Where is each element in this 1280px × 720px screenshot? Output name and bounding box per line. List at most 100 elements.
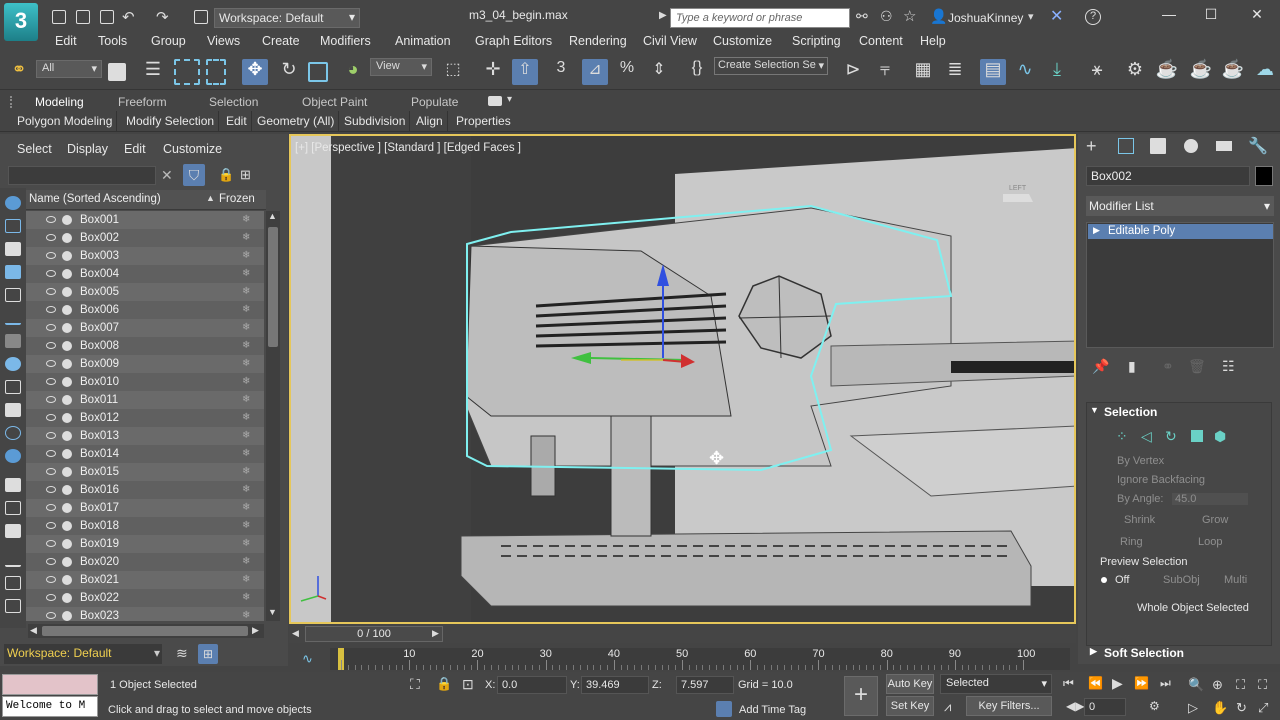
next-frame-icon[interactable]: ⏩ <box>1134 676 1149 690</box>
display-none-icon[interactable] <box>5 501 21 515</box>
time-tag-icon[interactable] <box>716 701 732 717</box>
panel-geometry[interactable]: Geometry (All) <box>253 111 340 131</box>
menu-civil-view[interactable]: Civil View <box>643 34 697 49</box>
list-item[interactable]: Box003 ❄ <box>26 247 264 265</box>
loop-button[interactable]: Loop <box>1198 536 1222 548</box>
stack-item-editable-poly[interactable]: Editable Poly <box>1088 224 1273 239</box>
rotate-icon[interactable]: ↻ <box>276 59 302 85</box>
visibility-eye-icon[interactable] <box>46 324 56 331</box>
freeze-toggle-icon[interactable]: ❄ <box>242 355 250 373</box>
freeze-toggle-icon[interactable]: ❄ <box>242 427 250 445</box>
freeze-toggle-icon[interactable]: ❄ <box>242 211 250 229</box>
play-icon[interactable]: ▶ <box>1112 675 1123 692</box>
configure-modifier-sets-icon[interactable]: ☷ <box>1222 358 1235 375</box>
explorer-workspace-dropdown[interactable]: Workspace: Default ▾ <box>4 644 162 664</box>
soft-selection-rollout-title[interactable]: Soft Selection <box>1104 646 1184 660</box>
freeze-toggle-icon[interactable]: ❄ <box>242 301 250 319</box>
list-item[interactable]: Box002 ❄ <box>26 229 264 247</box>
panel-polygon-modeling[interactable]: Polygon Modeling <box>13 111 118 131</box>
tab-populate[interactable]: Populate <box>411 95 458 109</box>
percent-snap-icon[interactable]: % <box>614 59 640 85</box>
link-icon[interactable]: ⚭ <box>6 59 32 85</box>
visibility-eye-icon[interactable] <box>46 450 56 457</box>
display-lights-icon[interactable] <box>5 242 21 256</box>
filter-icon[interactable]: ⛉ <box>183 164 205 186</box>
display-containers-icon[interactable] <box>5 403 21 417</box>
scale-icon[interactable] <box>308 62 328 82</box>
explorer-menu-customize[interactable]: Customize <box>163 142 222 156</box>
new-file-icon[interactable] <box>52 10 66 24</box>
column-name[interactable]: Name (Sorted Ascending) <box>29 193 161 205</box>
angle-spinner[interactable]: 45.0 <box>1172 493 1248 505</box>
key-mode-toggle-icon[interactable]: ◀▶ <box>1066 699 1084 713</box>
align-icon[interactable]: ⫧ <box>872 59 898 85</box>
edit-named-selection-icon[interactable]: {} <box>684 59 710 85</box>
visibility-eye-icon[interactable] <box>46 378 56 385</box>
reference-coordinate-dropdown[interactable]: View ▾ <box>370 58 432 76</box>
field-of-view-icon[interactable]: ▷ <box>1188 700 1198 716</box>
vertex-mode-icon[interactable]: ⁘ <box>1116 428 1128 445</box>
modifier-list-dropdown[interactable]: Modifier List ▾ <box>1086 196 1274 216</box>
ignore-backfacing-checkbox[interactable]: Ignore Backfacing <box>1117 474 1205 486</box>
object-color-swatch[interactable] <box>1255 166 1273 186</box>
keyboard-shortcut-override-icon[interactable]: ⇧ <box>512 59 538 85</box>
scroll-down-icon[interactable]: ▼ <box>268 607 277 617</box>
filter-strip-find-icon[interactable] <box>5 576 21 590</box>
filter-strip-options-icon[interactable] <box>5 599 21 613</box>
hierarchy-icon[interactable]: ⊞ <box>240 167 251 183</box>
maximize-button[interactable]: ☐ <box>1200 6 1222 24</box>
filter-strip-funnel-icon[interactable] <box>5 553 21 567</box>
binoculars-icon[interactable]: ⚯ <box>856 8 868 25</box>
visibility-eye-icon[interactable] <box>46 252 56 259</box>
list-item[interactable]: Box021 ❄ <box>26 571 264 589</box>
app-logo-icon[interactable]: 3 <box>4 3 38 41</box>
menu-views[interactable]: Views <box>207 34 240 49</box>
tab-modeling[interactable]: Modeling <box>35 95 84 109</box>
user-dropdown-icon[interactable]: ▾ <box>1028 10 1034 23</box>
redo-icon[interactable]: ↷ <box>156 8 169 26</box>
visibility-eye-icon[interactable] <box>46 486 56 493</box>
object-name-field[interactable]: Box002 <box>1086 166 1250 186</box>
set-key-button[interactable]: Set Key <box>886 696 934 716</box>
user-name[interactable]: JoshuaKinney <box>948 11 1023 25</box>
orbit-icon[interactable]: ↻ <box>1236 700 1247 716</box>
toggle-scene-explorer-icon[interactable]: ▦ <box>910 59 936 85</box>
zoom-extents-all-icon[interactable]: ⛶ <box>1258 677 1267 693</box>
freeze-toggle-icon[interactable]: ❄ <box>242 589 250 607</box>
perspective-viewport[interactable]: [+] [Perspective ] [Standard ] [Edged Fa… <box>289 134 1076 624</box>
pin-stack-icon[interactable]: 📌 <box>1092 358 1109 375</box>
tab-freeform[interactable]: Freeform <box>118 95 167 109</box>
freeze-toggle-icon[interactable]: ❄ <box>242 283 250 301</box>
list-item[interactable]: Box013 ❄ <box>26 427 264 445</box>
visibility-eye-icon[interactable] <box>46 414 56 421</box>
display-frozen-icon[interactable] <box>5 449 21 463</box>
selection-rollout-title[interactable]: Selection <box>1104 405 1157 419</box>
snaps-toggle-icon[interactable]: 3 <box>548 59 574 85</box>
list-item[interactable]: Box006 ❄ <box>26 301 264 319</box>
favorites-star-icon[interactable]: ☆ <box>903 7 916 25</box>
freeze-toggle-icon[interactable]: ❄ <box>242 409 250 427</box>
freeze-toggle-icon[interactable]: ❄ <box>242 463 250 481</box>
undo-icon[interactable]: ↶ <box>122 8 135 26</box>
select-object-icon[interactable] <box>108 63 126 81</box>
polygon-mode-icon[interactable] <box>1191 430 1203 442</box>
shrink-button[interactable]: Shrink <box>1124 514 1155 526</box>
display-geometry-icon[interactable] <box>5 196 21 210</box>
menu-content[interactable]: Content <box>859 34 903 49</box>
menu-graph-editors[interactable]: Graph Editors <box>475 34 552 49</box>
menu-tools[interactable]: Tools <box>98 34 127 49</box>
place-icon[interactable]: ◕ <box>340 59 366 85</box>
freeze-toggle-icon[interactable]: ❄ <box>242 337 250 355</box>
menu-modifiers[interactable]: Modifiers <box>320 34 371 49</box>
freeze-toggle-icon[interactable]: ❄ <box>242 265 250 283</box>
panel-subdivision[interactable]: Subdivision <box>340 111 411 131</box>
play-arrow-icon[interactable]: ▶ <box>659 10 667 21</box>
selection-filter-dropdown[interactable]: All ▾ <box>36 60 102 78</box>
schematic-view-icon[interactable]: ⤓ <box>1044 59 1070 85</box>
maxscript-output[interactable]: Welcome to M <box>2 696 98 717</box>
list-item[interactable]: Box008 ❄ <box>26 337 264 355</box>
display-groups-icon[interactable] <box>5 334 21 348</box>
visibility-eye-icon[interactable] <box>46 522 56 529</box>
tab-object-paint[interactable]: Object Paint <box>302 95 367 109</box>
menu-create[interactable]: Create <box>262 34 300 49</box>
